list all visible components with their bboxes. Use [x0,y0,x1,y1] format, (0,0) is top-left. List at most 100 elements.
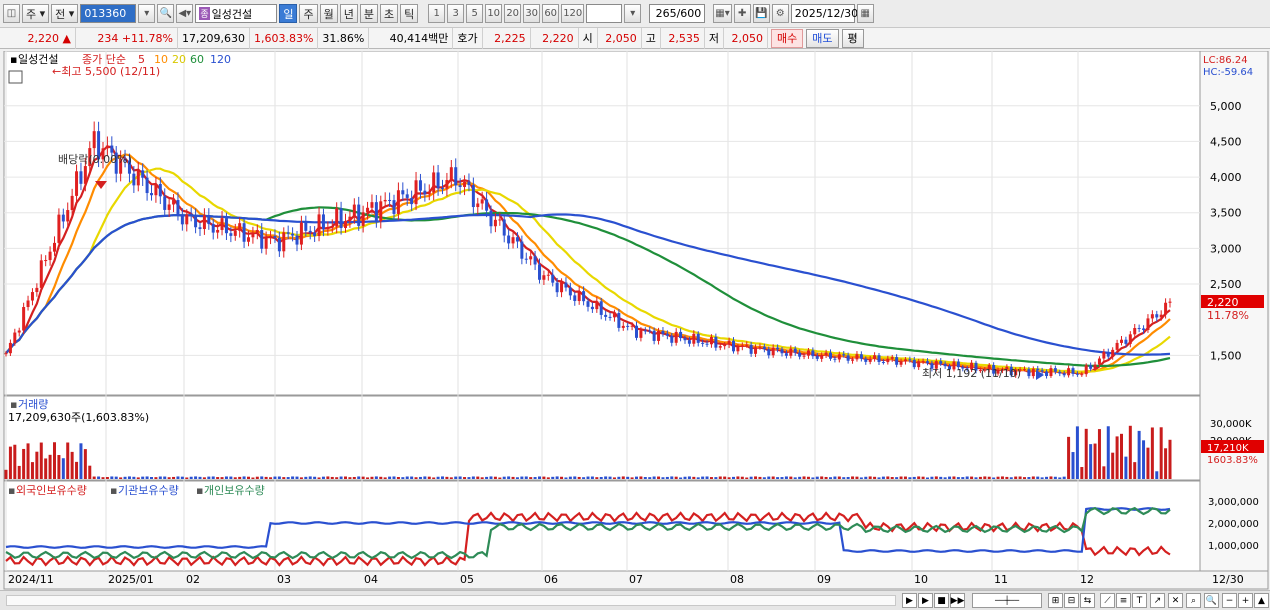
save-icon[interactable]: 💾 [752,4,770,23]
interval-button-60[interactable]: 60 [542,4,560,23]
volume-bar [101,477,105,479]
current-price-tag-text: 2,220 [1207,296,1239,309]
layout-icon[interactable]: ⊞ [1048,593,1063,608]
candle-body [1058,371,1062,374]
candle-body [141,170,145,178]
period-mode-select[interactable]: 전 ▾ [51,4,79,23]
volume-bar [454,476,458,479]
zoom-slider[interactable]: ──┼── [972,593,1042,608]
volume-bar [1164,448,1168,479]
stock-chart[interactable]: ▪ 일성건설 종가 단순 5 10 20 60 120 LC:86.24 HC:… [0,51,1270,591]
volume-bar [216,477,220,479]
zoom-icon[interactable]: ⌕ [1186,593,1201,608]
candle-body [758,346,762,348]
speaker-icon[interactable]: ◀▾ [176,4,194,23]
count-field[interactable]: 265/600 [649,4,706,23]
interval-button-30[interactable]: 30 [523,4,541,23]
candle-body [264,237,268,249]
period-button-tick[interactable]: 틱 [400,4,419,23]
zoom-in-icon[interactable]: + [1238,593,1253,608]
scroll-left-icon[interactable]: ▶ [902,593,917,608]
chart-menu-icon[interactable]: ◫ [3,4,20,23]
buy-button[interactable]: 매수 [771,28,804,48]
crosshair-icon[interactable]: ✚ [733,4,751,23]
type-select[interactable]: 주 ▾ [22,4,50,23]
chevron-down-icon[interactable]: ▾ [624,4,642,23]
period-button-minute[interactable]: 분 [359,4,378,23]
volume-bar [1071,452,1075,479]
text-tool-icon[interactable]: T [1132,593,1147,608]
interval-button-120[interactable]: 120 [561,4,585,23]
holdings-tick-2m: 2,000,000 [1208,519,1259,530]
fibonacci-icon[interactable]: ≡ [1116,593,1131,608]
compare-icon[interactable]: ⇆ [1080,593,1095,608]
interval-button-10[interactable]: 10 [485,4,503,23]
candle-body [652,330,656,341]
candle-body [784,353,788,356]
gear-icon[interactable]: ⚙ [771,4,789,23]
stop-icon[interactable]: ■ [934,593,949,608]
period-button-year[interactable]: 년 [339,4,358,23]
volume-bar [643,477,647,479]
chart-scrollbar[interactable] [6,595,896,606]
chevron-down-icon: ▾ [39,7,46,20]
candle-body [1106,351,1110,357]
candle-body [405,194,409,198]
volume-panel[interactable] [3,395,1201,481]
volume-bar [286,477,290,479]
candle-body [635,325,638,338]
interval-button-3[interactable]: 3 [447,4,465,23]
candle-body [269,236,273,238]
interval-button-20[interactable]: 20 [504,4,522,23]
up-icon[interactable]: ▲ [1254,593,1269,608]
search-icon[interactable]: 🔍 [1204,593,1219,608]
candle-body [105,145,109,149]
candle-body [824,352,828,356]
trendline-icon[interactable]: ⟋ [1100,593,1115,608]
zoom-out-icon[interactable]: − [1222,593,1237,608]
play-icon[interactable]: ▶ [918,593,933,608]
fast-forward-icon[interactable]: ▶▶ [950,593,965,608]
indicator-settings-icon[interactable] [8,70,23,84]
arrow-tool-icon[interactable]: ↗ [1150,593,1165,608]
candle-body [110,145,114,153]
volume-current-pct: 1603.83% [1207,455,1258,466]
period-button-day[interactable]: 일 [279,4,298,23]
calendar-icon[interactable]: ▦ [856,4,874,23]
volume-bar [167,477,171,479]
candle-body [617,313,621,328]
search-icon[interactable]: 🔍 [157,4,175,23]
current-pct-tag: 11.78% [1207,309,1249,322]
evaluate-button[interactable]: 평 [841,28,864,48]
candle-body [70,195,74,211]
period-button-week[interactable]: 주 [299,4,318,23]
date-input[interactable]: 2025/12/30 [790,4,858,23]
volume-bar [114,476,118,479]
volume-bar [458,476,462,479]
stock-code-input[interactable]: 013360 [80,4,137,23]
erase-icon[interactable]: ✕ [1168,593,1183,608]
volume-bar [70,451,74,479]
volume-bar [423,476,427,479]
legend-foreign: 외국인보유수량 [16,484,87,497]
sell-button[interactable]: 매도 [806,28,839,48]
period-button-month[interactable]: 월 [319,4,338,23]
custom-interval-input[interactable] [586,4,623,23]
interval-button-5[interactable]: 5 [466,4,484,23]
code-dropdown-button[interactable]: ▾ [138,4,156,23]
candle-type-icon[interactable]: ▦▾ [713,4,732,23]
volume-current-tag-text: 17,210K [1207,443,1249,454]
volume-bar [97,476,101,479]
candle-body [304,222,308,231]
candle-body [396,190,400,214]
interval-button-1[interactable]: 1 [428,4,446,23]
grid-icon[interactable]: ⊟ [1064,593,1079,608]
volume-bar [1045,476,1049,479]
volume-bar [564,477,568,479]
stock-name-field[interactable]: 종 일성건설 [195,4,278,23]
volume-bar [912,476,916,479]
candle-body [780,349,784,354]
period-button-second[interactable]: 초 [379,4,399,23]
candle-body [66,210,70,222]
candle-body [679,331,683,339]
